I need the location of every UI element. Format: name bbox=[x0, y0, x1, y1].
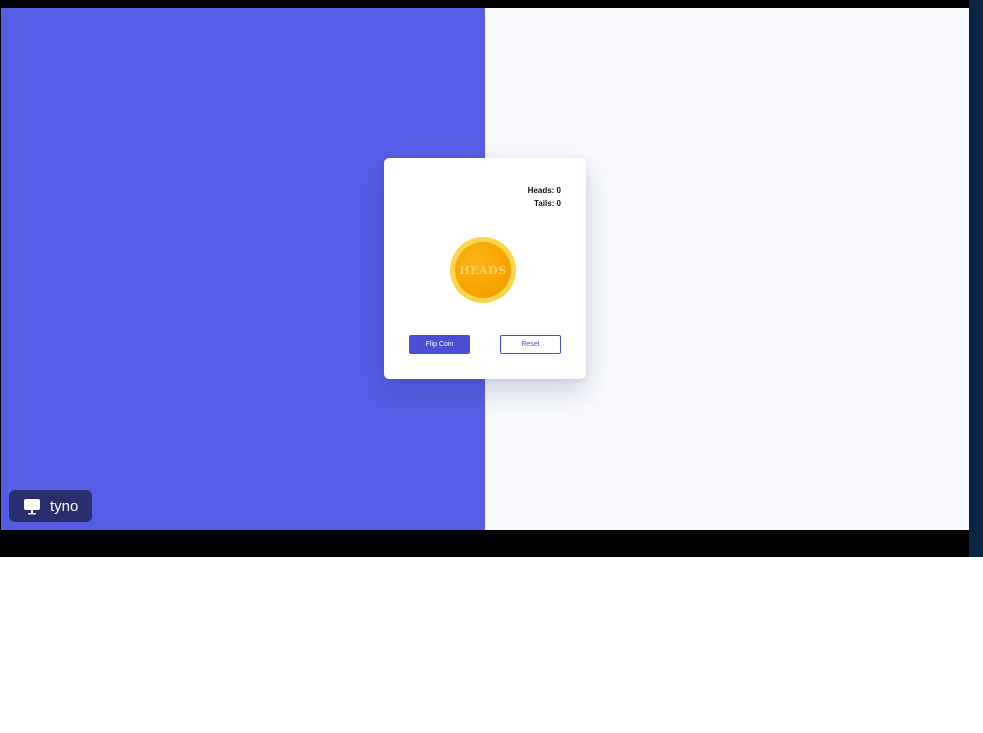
coin-face-label: HEADS bbox=[459, 263, 507, 277]
monitor-icon bbox=[23, 497, 41, 515]
preview-stage: Heads: 0 Tails: 0 HEADS Flip Coin Reset … bbox=[1, 8, 969, 530]
heads-count: Heads: 0 bbox=[527, 186, 561, 195]
right-edge-strip bbox=[969, 0, 983, 557]
coin-face: HEADS bbox=[455, 242, 511, 298]
reset-button[interactable]: Reset bbox=[500, 335, 561, 354]
tails-count: Tails: 0 bbox=[534, 199, 561, 208]
coin: HEADS bbox=[450, 237, 516, 303]
tyno-badge[interactable]: tyno bbox=[9, 490, 92, 522]
coin-flip-card: Heads: 0 Tails: 0 HEADS Flip Coin Reset bbox=[384, 158, 586, 379]
badge-label: tyno bbox=[50, 497, 79, 515]
flip-coin-button[interactable]: Flip Coin bbox=[409, 335, 470, 354]
score-stats: Heads: 0 Tails: 0 bbox=[528, 184, 561, 210]
